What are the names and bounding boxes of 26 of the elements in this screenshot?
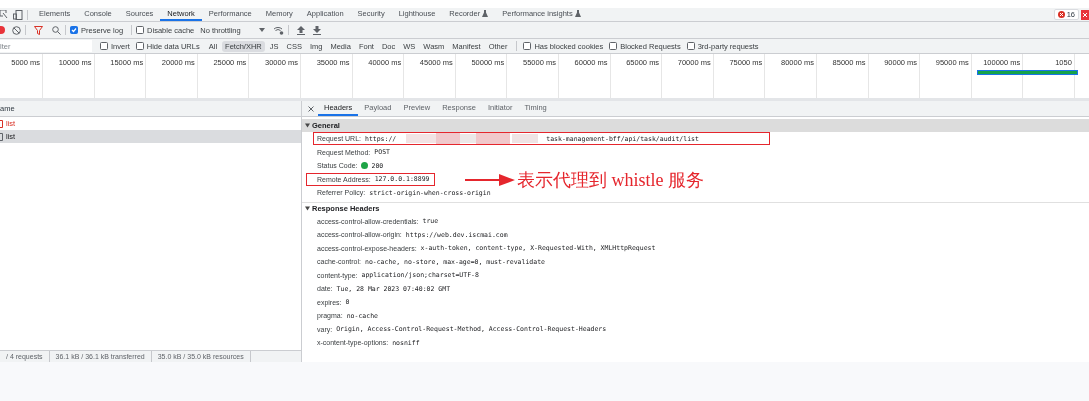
filter-icon[interactable] [34, 25, 43, 35]
checkbox[interactable] [523, 42, 532, 50]
close-icon[interactable] [308, 105, 314, 112]
checkbox[interactable] [135, 42, 144, 50]
checkbox[interactable] [136, 26, 145, 34]
issues-icon[interactable] [1081, 9, 1089, 20]
download-icon[interactable] [312, 25, 321, 35]
error-icon [1057, 11, 1065, 18]
checkbox[interactable] [686, 42, 695, 50]
arrow-icon [465, 172, 515, 187]
search-icon[interactable] [52, 25, 61, 35]
checkbox[interactable] [70, 26, 78, 34]
disclosure-triangle-icon [305, 123, 310, 128]
checkbox[interactable] [609, 42, 618, 50]
flask-icon [574, 10, 581, 17]
flask-icon [482, 10, 489, 17]
record-icon[interactable] [0, 26, 5, 34]
device-icon[interactable] [13, 9, 23, 20]
caret-icon[interactable] [258, 28, 265, 32]
clear-icon[interactable] [12, 25, 21, 35]
wifi-settings-icon[interactable] [272, 25, 284, 35]
annotation-text: 表示代理到 whistle 服务 [517, 168, 704, 192]
upload-icon[interactable] [296, 25, 305, 35]
disclosure-triangle-icon [305, 206, 310, 211]
checkbox[interactable] [100, 42, 108, 50]
inspect-icon[interactable] [0, 10, 8, 19]
